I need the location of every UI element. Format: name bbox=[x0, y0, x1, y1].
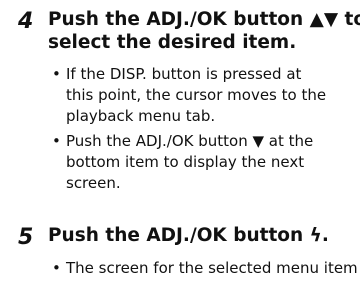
step-number: 5 bbox=[18, 225, 34, 250]
step-number: 4 bbox=[18, 9, 34, 34]
bullet-item: • If the DISP. button is pressed at this… bbox=[50, 64, 360, 127]
bullet-text: Push the ADJ./OK button ▼ at the bottom … bbox=[66, 132, 314, 192]
step-4-bullet-list: • If the DISP. button is pressed at this… bbox=[50, 64, 360, 198]
bullet-item: • Push the ADJ./OK button ▼ at the botto… bbox=[50, 131, 360, 194]
step-heading-line-2: select the desired item. bbox=[48, 32, 297, 53]
bullet-text: If the DISP. button is pressed at this p… bbox=[66, 65, 327, 125]
bullet-dot: • bbox=[52, 259, 61, 277]
bullet-item: • The screen for the selected menu item bbox=[50, 258, 360, 279]
bullet-text: The screen for the selected menu item bbox=[66, 259, 358, 277]
bullet-dot: • bbox=[52, 132, 61, 150]
step-heading-line-1: Push the ADJ./OK button ▲▼ to bbox=[48, 9, 360, 30]
step-5-bullet-list: • The screen for the selected menu item bbox=[50, 258, 360, 283]
bullet-dot: • bbox=[52, 65, 61, 83]
step-heading-line-1: Push the ADJ./OK button ϟ. bbox=[48, 225, 329, 246]
